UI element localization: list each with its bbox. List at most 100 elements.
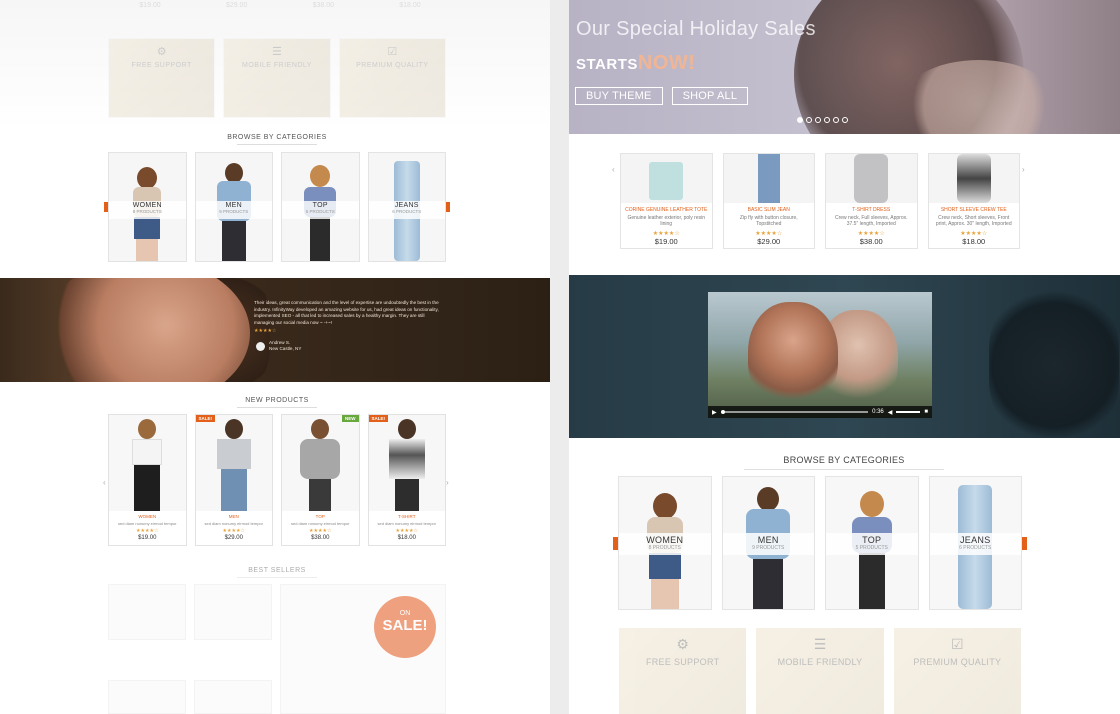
product-desc: Zip fly with button closure, Topstitched — [739, 215, 798, 227]
category-name: TOP — [862, 535, 882, 545]
category-card-women[interactable]: WOMEN 8 PRODUCTS — [108, 152, 187, 262]
author-location: New Castle, NY — [269, 346, 302, 351]
feature-title: MOBILE FRIENDLY — [241, 62, 312, 69]
product-desc: Crew neck, Short sleeves, Front print, A… — [935, 215, 1012, 227]
video-player[interactable]: ▶ 0:36 ◀ ■ — [708, 292, 932, 418]
category-carousel: WOMEN 8 PRODUCTS MEN 9 PRODUCTS TOP 5 PRODU… — [618, 476, 1022, 610]
slider-dot[interactable] — [824, 117, 830, 123]
product-card[interactable]: SHORT SLEEVE CREW TEE Crew neck, Short s… — [927, 153, 1020, 249]
right-page-mockup: Our Special Holiday Sales STARTSNOW! BUY… — [569, 0, 1120, 714]
video-time: 0:36 — [872, 409, 884, 415]
check-badge-icon: ☑ — [387, 46, 398, 58]
rating-stars: ★★★★☆ — [309, 528, 332, 534]
fullscreen-icon[interactable]: ■ — [924, 409, 928, 415]
product-name: BASIC SLIM JEAN — [747, 207, 790, 213]
product-price: $38.00 — [859, 237, 883, 246]
feature-mobile-friendly: ☰ MOBILE FRIENDLY — [756, 628, 884, 714]
product-image — [621, 154, 712, 203]
category-card-jeans[interactable]: JEANS 6 PRODUCTS — [367, 152, 446, 262]
product-price: $18.00 — [962, 237, 986, 246]
new-products-grid: WOMEN sed diam nonumy eirmod tempor ★★★★… — [108, 414, 446, 546]
product-desc: Genuine leather exterior, poly resin lin… — [627, 215, 706, 227]
rating-stars: ★★★★☆ — [652, 231, 680, 237]
feature-mobile-friendly: ☰ MOBILE FRIENDLY — [223, 38, 331, 118]
product-card[interactable]: SALE! MEN sed diam nonumy eirmod tempor … — [194, 414, 273, 546]
product-card[interactable]: SALE! T-SHIRT sed diam nonumy eirmod tem… — [367, 414, 446, 546]
product-card[interactable]: WOMEN sed diam nonumy eirmod tempor ★★★★… — [108, 414, 187, 546]
category-card-top[interactable]: TOP 5 PRODUCTS — [281, 152, 360, 262]
play-icon[interactable]: ▶ — [712, 409, 717, 416]
category-card-men[interactable]: MEN 9 PRODUCTS — [721, 476, 815, 610]
category-count: 5 PRODUCTS — [855, 545, 888, 551]
category-card-top[interactable]: TOP 5 PRODUCTS — [825, 476, 919, 610]
slider-dot[interactable] — [842, 117, 848, 123]
slider-dot[interactable] — [815, 117, 821, 123]
slider-dot[interactable] — [806, 117, 812, 123]
check-badge-icon: ☑ — [951, 636, 964, 652]
rating-stars: ★★★★☆ — [222, 528, 245, 534]
chevron-right-icon[interactable]: › — [1022, 165, 1025, 174]
product-name: T-SHIRT — [398, 514, 416, 519]
category-name: TOP — [312, 202, 328, 209]
category-carousel: WOMEN 8 PRODUCTS MEN 9 PRODUCTS TOP 5 PRODU… — [108, 152, 446, 262]
testimonial-photo — [40, 278, 250, 382]
shop-all-button[interactable]: SHOP ALL — [671, 87, 749, 105]
product-card[interactable]: CORINE GENUINE LEATHER TOTE Genuine leat… — [620, 153, 713, 249]
product-desc: sed diam nonumy eirmod tempor — [377, 521, 436, 526]
feature-premium-quality: ☑ PREMIUM QUALITY — [893, 628, 1021, 714]
chevron-left-icon[interactable]: ‹ — [103, 478, 106, 487]
category-card-jeans[interactable]: JEANS 6 PRODUCTS — [928, 476, 1022, 610]
product-name: WOMEN — [138, 514, 157, 519]
video-controls: ▶ 0:36 ◀ ■ — [708, 406, 932, 418]
video-section: ▶ 0:36 ◀ ■ — [569, 275, 1120, 438]
category-card-women[interactable]: WOMEN 8 PRODUCTS — [618, 476, 712, 610]
product-card[interactable]: NEW TOP sed diam nonumy eirmod tempor ★★… — [281, 414, 360, 546]
product-image — [928, 154, 1019, 203]
category-name: MEN — [225, 202, 242, 209]
category-name: JEANS — [394, 202, 419, 209]
product-image — [195, 415, 272, 511]
rating-stars: ★★★★☆ — [755, 231, 783, 237]
product-desc: sed diam nonumy eirmod tempor — [291, 521, 350, 526]
slider-dot[interactable] — [833, 117, 839, 123]
product-desc: sed diam nonumy eirmod tempor — [204, 521, 263, 526]
sale-badge: SALE! — [195, 415, 215, 422]
product-image — [282, 415, 359, 511]
feature-title: PREMIUM QUALITY — [356, 62, 429, 69]
features-row: ⚙ FREE SUPPORT ☰ MOBILE FRIENDLY ☑ PREMI… — [108, 38, 446, 118]
category-card-men[interactable]: MEN 9 PRODUCTS — [194, 152, 273, 262]
chevron-right-icon[interactable]: › — [446, 478, 449, 487]
price: $18.00 — [399, 2, 421, 9]
feature-title: FREE SUPPORT — [131, 62, 192, 69]
volume-icon[interactable]: ◀ — [888, 409, 893, 416]
slider-dots — [797, 117, 848, 123]
product-card[interactable]: T-SHIRT DRESS Crew neck, Full sleeves, A… — [825, 153, 918, 249]
chevron-left-icon[interactable]: ‹ — [612, 165, 615, 174]
section-title: BEST SELLERS — [205, 567, 349, 578]
product-desc: sed diam nonumy eirmod tempor — [118, 521, 177, 526]
product-price: $29.00 — [224, 535, 243, 541]
product-image — [368, 415, 445, 511]
section-title: BROWSE BY CATEGORIES — [769, 455, 919, 470]
features-row: ⚙ FREE SUPPORT ☰ MOBILE FRIENDLY ☑ PREMI… — [619, 628, 1021, 714]
product-card[interactable]: BASIC SLIM JEAN Zip fly with button clos… — [722, 153, 815, 249]
hero-subheadline: STARTSNOW! — [576, 52, 696, 74]
product-name: MEN — [228, 514, 239, 519]
left-page-mockup: $19.00 $29.00 $38.00 $18.00 ⚙ FREE SUPPO… — [0, 0, 550, 714]
video-progress-bar[interactable] — [720, 410, 869, 414]
hero-slider: Our Special Holiday Sales STARTSNOW! BUY… — [569, 0, 1120, 134]
product-name: CORINE GENUINE LEATHER TOTE — [625, 207, 708, 213]
category-count: 9 PRODUCTS — [219, 209, 249, 214]
testimonial-quote: Their ideas, great communication and the… — [254, 300, 439, 325]
user-avatar-icon — [256, 341, 265, 351]
category-name: JEANS — [959, 535, 991, 545]
product-desc: Crew neck, Full sleeves, Approx. 37.5" l… — [834, 215, 908, 227]
volume-slider[interactable] — [896, 411, 921, 413]
showcase-canvas: $19.00 $29.00 $38.00 $18.00 ⚙ FREE SUPPO… — [0, 0, 1120, 714]
buy-theme-button[interactable]: BUY THEME — [575, 87, 663, 105]
slider-dot[interactable] — [797, 117, 803, 123]
feature-free-support: ⚙ FREE SUPPORT — [108, 38, 216, 118]
on-sale-badge[interactable]: ON SALE! — [374, 596, 436, 658]
feature-free-support: ⚙ FREE SUPPORT — [619, 628, 747, 714]
category-name: MEN — [757, 535, 779, 545]
